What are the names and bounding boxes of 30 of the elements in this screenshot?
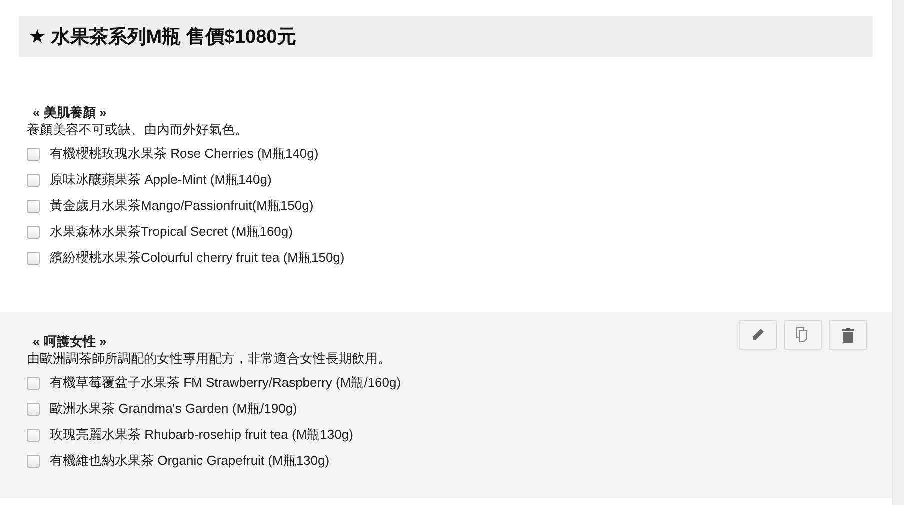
pencil-icon xyxy=(751,328,765,342)
section-title: ★ 水果茶系列M瓶 售價$1080元 xyxy=(19,16,873,57)
group-title: « 呵護女性 » xyxy=(32,334,107,350)
option-label[interactable]: 黃金歲月水果茶Mango/Passionfruit(M瓶150g) xyxy=(50,197,314,215)
delete-button[interactable] xyxy=(829,320,867,350)
trash-icon xyxy=(842,328,854,342)
edit-button[interactable] xyxy=(739,320,777,350)
checkbox[interactable] xyxy=(27,252,40,264)
checkbox[interactable] xyxy=(27,148,40,160)
group-description: 養顏美容不可或缺、由內而外好氣色。 xyxy=(27,121,248,138)
checkbox[interactable] xyxy=(27,376,40,390)
checkbox[interactable] xyxy=(27,226,40,238)
checkbox[interactable] xyxy=(27,200,40,212)
copy-icon xyxy=(796,327,810,343)
option-label[interactable]: 有機草莓覆盆子水果茶 FM Strawberry/Raspberry (M瓶/160g) xyxy=(50,374,402,392)
scrollbar[interactable] xyxy=(892,0,904,505)
option-label[interactable]: 有機櫻桃玫瑰水果茶 Rose Cherries (M瓶140g) xyxy=(50,145,319,163)
checkbox[interactable] xyxy=(27,428,40,442)
group-title: « 美肌養顏 » xyxy=(32,105,107,121)
option-label[interactable]: 水果森林水果茶Tropical Secret (M瓶160g) xyxy=(50,223,293,241)
checkbox[interactable] xyxy=(27,402,40,416)
option-label[interactable]: 歐洲水果茶 Grandma's Garden (M瓶/190g) xyxy=(50,400,298,418)
option-label[interactable]: 有機維也納水果茶 Organic Grapefruit (M瓶130g) xyxy=(50,452,330,470)
option-label[interactable]: 繽紛櫻桃水果茶Colourful cherry fruit tea (M瓶150g) xyxy=(50,249,345,267)
option-label[interactable]: 玫瑰亮麗水果茶 Rhubarb-rosehip fruit tea (M瓶130g) xyxy=(50,426,354,444)
group-description: 由歐洲調茶師所調配的女性專用配方，非常適合女性長期飲用。 xyxy=(27,350,391,367)
checkbox[interactable] xyxy=(27,454,40,468)
option-label[interactable]: 原味冰釀蘋果茶 Apple-Mint (M瓶140g) xyxy=(50,171,272,189)
copy-button[interactable] xyxy=(784,320,822,350)
checkbox[interactable] xyxy=(27,174,40,186)
